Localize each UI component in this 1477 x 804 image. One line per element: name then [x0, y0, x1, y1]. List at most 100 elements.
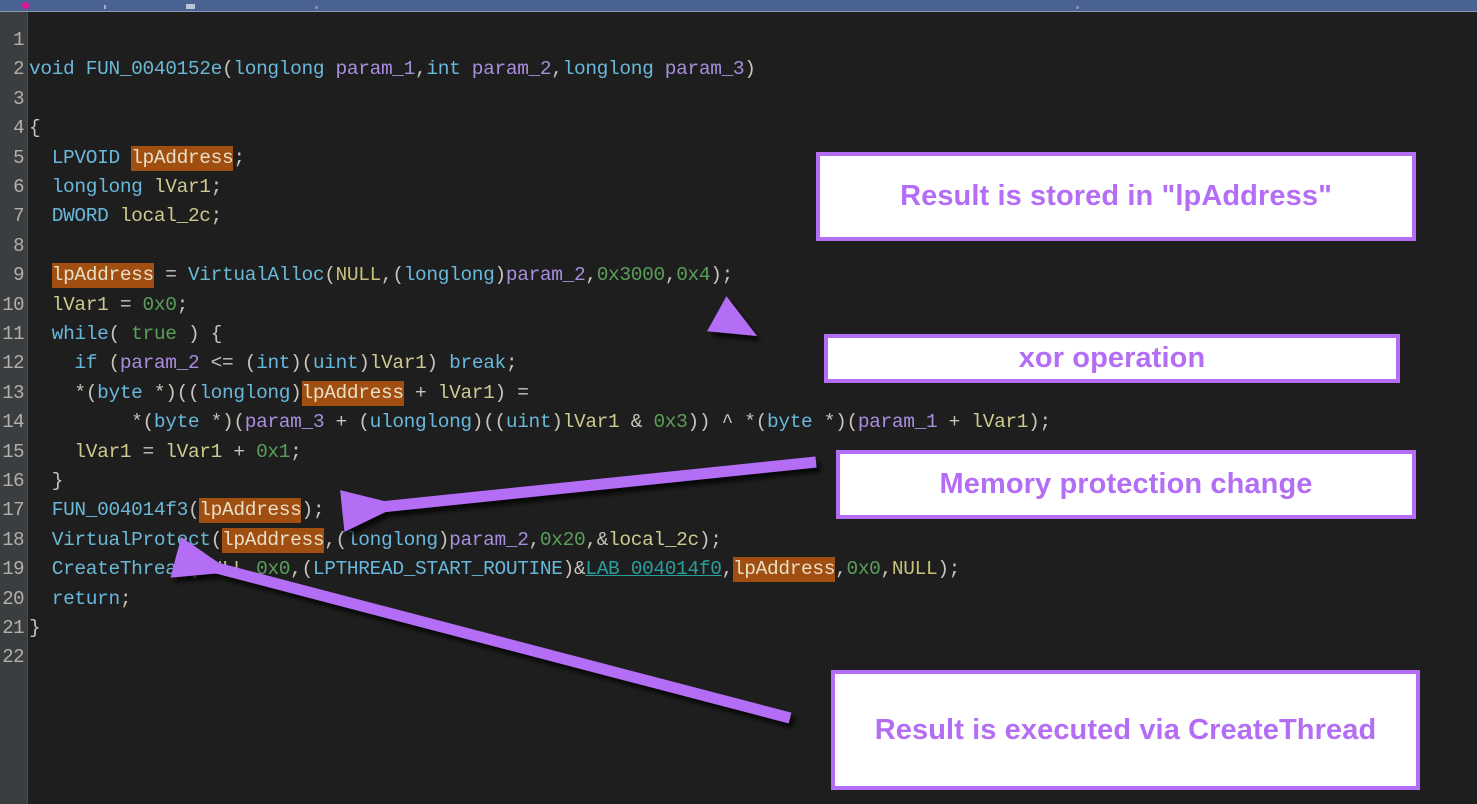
highlighted-token: lpAddress: [222, 527, 325, 553]
code-token: *)(: [812, 411, 858, 434]
code-token: ,: [664, 264, 677, 287]
highlighted-token: lpAddress: [732, 557, 836, 583]
line-number: 9: [13, 264, 24, 287]
code-token: if: [74, 352, 98, 375]
code-token: param_3: [664, 58, 745, 81]
code-line[interactable]: while( true ) {: [29, 320, 223, 349]
line-number: 17: [2, 499, 24, 522]
toolbar-icon-a[interactable]: [104, 5, 106, 9]
code-token: ,&: [585, 528, 609, 551]
code-line[interactable]: *(byte *)(param_3 + (ulonglong)((uint)lV…: [29, 408, 1051, 437]
code-token: +: [937, 411, 972, 434]
line-number: 13: [2, 381, 24, 404]
code-line[interactable]: {: [29, 114, 41, 143]
code-token: <= (: [199, 352, 257, 375]
code-line[interactable]: longlong lVar1;: [29, 173, 223, 202]
code-token: +: [403, 381, 438, 404]
line-number: 2: [13, 58, 24, 81]
code-token: local_2c: [608, 528, 699, 551]
code-token: longlong: [199, 381, 291, 404]
code-token: (: [187, 558, 200, 581]
code-token: *)(: [199, 411, 245, 434]
code-line[interactable]: *(byte *)((longlong)lpAddress + lVar1) =: [29, 379, 529, 408]
code-token: +: [222, 440, 257, 463]
code-token: (: [210, 528, 223, 551]
code-token: param_2: [449, 528, 529, 551]
bookmark-icon[interactable]: [22, 2, 29, 9]
code-token: byte: [153, 411, 200, 434]
code-token: *(: [29, 411, 154, 434]
line-number: 11: [2, 323, 24, 345]
code-token: ,: [585, 264, 597, 287]
code-area[interactable]: void FUN_0040152e(longlong param_1,int p…: [29, 12, 1477, 804]
code-token: ;: [119, 587, 132, 610]
code-line[interactable]: void FUN_0040152e(longlong param_1,int p…: [29, 55, 756, 84]
code-token: ,: [880, 558, 893, 581]
code-token: return: [51, 587, 120, 610]
line-number: 1: [13, 29, 24, 51]
code-token: ,: [835, 558, 847, 581]
toolbar-icon-d[interactable]: [1076, 6, 1079, 9]
code-token: (: [108, 323, 132, 345]
code-token: LPVOID: [29, 146, 132, 169]
code-token: ): [290, 381, 302, 404]
code-token: 0x0: [142, 293, 177, 316]
code-token: ,: [528, 528, 541, 551]
toolbar-icon-c[interactable]: [315, 6, 318, 9]
code-token: FUN_0040152e: [85, 58, 223, 81]
code-token: param_1: [857, 411, 938, 434]
code-token: ;: [290, 440, 302, 463]
code-line[interactable]: FUN_004014f3(lpAddress);: [29, 496, 325, 525]
code-line[interactable]: }: [29, 614, 41, 643]
line-number: 12: [2, 352, 24, 375]
code-token: NULL: [199, 558, 245, 581]
code-line[interactable]: LPVOID lpAddress;: [29, 144, 245, 173]
code-token: )(: [290, 352, 313, 375]
decompiler-editor[interactable]: 1 2 3 4 5 6 7 8 9 10 11 12 13 14 15 16 17 18 19 20 21 22 void…: [0, 12, 1477, 804]
code-token: 0x3000: [596, 264, 665, 287]
code-token: 0x1: [256, 440, 291, 463]
line-number: 7: [13, 205, 24, 228]
line-number: 19: [2, 558, 24, 581]
code-token: DWORD: [29, 205, 120, 228]
code-token: uint: [312, 352, 359, 375]
code-token: =: [131, 440, 166, 463]
code-line[interactable]: lVar1 = 0x0;: [29, 291, 189, 320]
code-line[interactable]: CreateThread(NULL,0x0,(LPTHREAD_START_RO…: [29, 555, 960, 584]
code-line[interactable]: return;: [29, 585, 132, 614]
code-token: (: [187, 499, 200, 522]
code-token: ,: [244, 558, 257, 581]
code-token: 0x4: [676, 264, 711, 287]
code-token: LPTHREAD_START_ROUTINE: [312, 558, 563, 581]
code-token: ): [426, 352, 450, 375]
code-token: ,: [415, 58, 427, 81]
code-line[interactable]: lVar1 = lVar1 + 0x1;: [29, 438, 302, 467]
code-token: );: [710, 264, 733, 287]
toolbar-strip[interactable]: [0, 0, 1477, 12]
code-line[interactable]: if (param_2 <= (int)(uint)lVar1) break;: [29, 349, 517, 378]
code-token: );: [301, 499, 325, 522]
code-token: break: [449, 352, 506, 375]
code-token: (: [97, 352, 120, 375]
code-token: ): [551, 411, 563, 434]
code-token: lVar1: [153, 176, 211, 198]
code-line[interactable]: lpAddress = VirtualAlloc(NULL,(longlong)…: [29, 261, 733, 290]
code-line[interactable]: }: [29, 467, 64, 496]
code-token: param_2: [471, 58, 552, 81]
code-token: NULL: [891, 558, 938, 581]
toolbar-icon-b[interactable]: [186, 4, 195, 9]
code-token: void: [29, 58, 86, 81]
code-token: ,(: [380, 264, 404, 287]
code-line[interactable]: VirtualProtect(lpAddress,(longlong)param…: [29, 526, 722, 555]
code-token: ,(: [290, 558, 313, 581]
line-number: 5: [13, 146, 24, 169]
code-token: byte: [97, 381, 143, 404]
code-token: 0x0: [846, 558, 881, 581]
code-line[interactable]: DWORD local_2c;: [29, 202, 223, 231]
line-number: 14: [2, 411, 24, 434]
